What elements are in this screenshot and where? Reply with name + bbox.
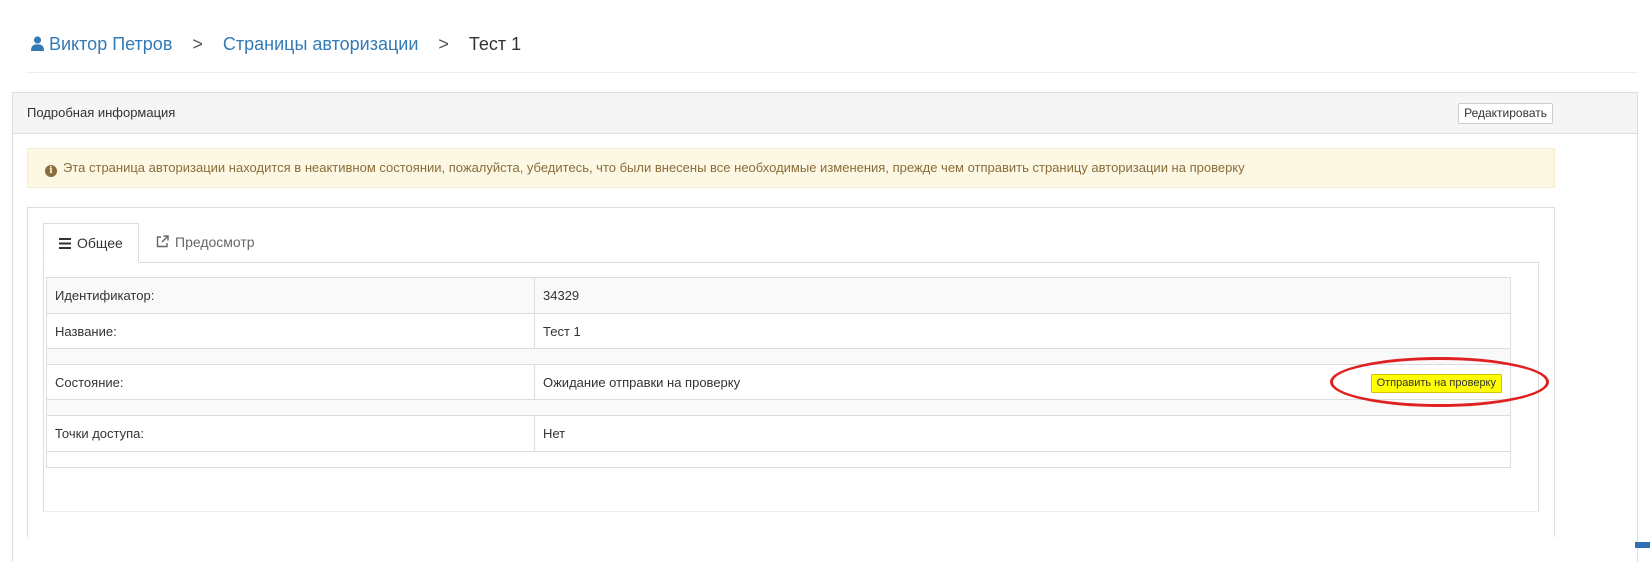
panel-title: Подробная информация [27, 105, 176, 120]
edit-button[interactable]: Редактировать [1458, 103, 1553, 124]
list-icon [59, 225, 71, 263]
table-spacer-row [46, 451, 1511, 468]
breadcrumb-user-link[interactable]: Виктор Петров [31, 34, 172, 55]
tab-general-label: Общее [77, 235, 123, 251]
id-label: Идентификатор: [46, 277, 535, 314]
alert-text: Эта страница авторизации находится в неа… [63, 160, 1245, 175]
access-points-value: Нет [534, 415, 1511, 452]
breadcrumb-user-label: Виктор Петров [49, 34, 173, 54]
info-circle-icon: i [45, 165, 57, 177]
scroll-corner-indicator [1635, 542, 1650, 548]
breadcrumb-separator: > [438, 34, 449, 54]
access-points-label: Точки доступа: [46, 415, 535, 452]
table-spacer-row [46, 399, 1511, 416]
state-cell: Ожидание отправки на проверку Отправить … [534, 364, 1511, 400]
inactive-warning-alert: i Эта страница авторизации находится в не… [27, 148, 1555, 188]
details-table: Идентификатор: 34329 Название: Тест 1 Со… [46, 277, 1511, 468]
header-divider [26, 72, 1638, 73]
breadcrumb-separator: > [192, 34, 203, 54]
state-label: Состояние: [46, 364, 535, 400]
id-value: 34329 [534, 277, 1511, 314]
tab-preview[interactable]: Предосмотр [141, 223, 270, 263]
table-spacer-row [46, 348, 1511, 365]
breadcrumb-current: Тест 1 [468, 34, 522, 54]
tab-general[interactable]: Общее [43, 223, 139, 263]
name-value: Тест 1 [534, 313, 1511, 349]
breadcrumb: Виктор Петров > Страницы авторизации > Т… [31, 34, 521, 55]
tab-preview-label: Предосмотр [175, 234, 255, 250]
state-value: Ожидание отправки на проверку [543, 374, 741, 390]
table-row: Точки доступа: Нет [46, 415, 1511, 452]
breadcrumb-section-link[interactable]: Страницы авторизации [223, 34, 419, 55]
external-link-icon [156, 224, 169, 262]
table-row: Идентификатор: 34329 [46, 277, 1511, 314]
user-icon [31, 36, 44, 51]
name-label: Название: [46, 313, 535, 349]
panel-heading: Подробная информация Редактировать [13, 93, 1637, 134]
submit-for-review-button[interactable]: Отправить на проверку [1370, 374, 1502, 393]
table-row: Название: Тест 1 [46, 313, 1511, 349]
table-row: Состояние: Ожидание отправки на проверку… [46, 364, 1511, 400]
